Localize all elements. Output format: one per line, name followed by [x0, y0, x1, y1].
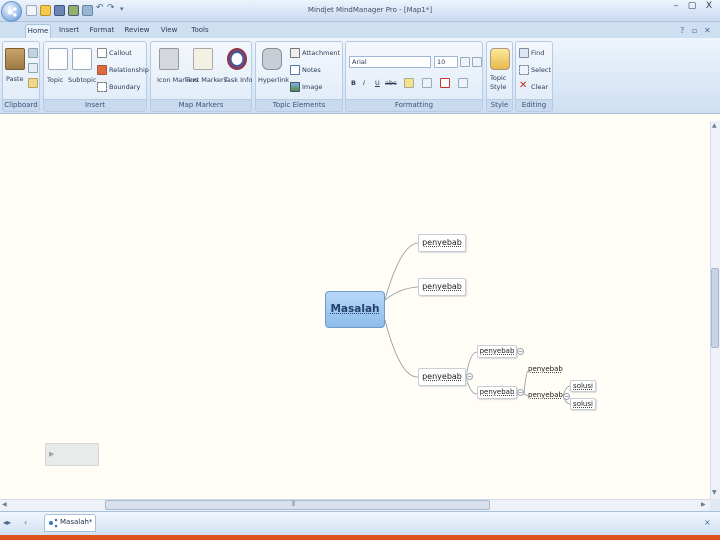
subtopic-penyebab-2b[interactable]: penyebab — [528, 391, 563, 399]
connector-lines — [384, 242, 571, 405]
map-overview-panel[interactable]: ▶ — [45, 443, 99, 466]
central-topic[interactable]: Masalah — [325, 291, 385, 328]
horizontal-scroll-thumb[interactable] — [105, 500, 490, 510]
scroll-up-icon[interactable]: ▲ — [712, 122, 717, 129]
scroll-right-icon[interactable]: ▶ — [701, 501, 706, 508]
map-doc-icon — [49, 518, 58, 528]
topic-penyebab-1[interactable]: penyebab — [418, 234, 466, 252]
vertical-scroll-thumb[interactable] — [711, 268, 719, 348]
scroll-left-icon[interactable]: ◀ — [2, 501, 7, 508]
document-tab[interactable]: Masalah* — [44, 514, 96, 532]
document-tab-bar — [0, 511, 720, 535]
scroll-grip-icon: ⦀ — [292, 500, 296, 508]
close-tab-icon[interactable]: × — [704, 518, 711, 527]
collapse-toggle[interactable]: − — [517, 348, 524, 355]
scroll-corner — [710, 499, 720, 511]
subtopic-penyebab-2[interactable]: penyebab — [477, 386, 517, 399]
accent-bar — [0, 535, 720, 540]
subtopic-solusi-1[interactable]: solusi — [570, 380, 596, 392]
collapse-toggle[interactable]: − — [563, 393, 570, 400]
topic-penyebab-3[interactable]: penyebab — [418, 368, 466, 386]
document-tab-label: Masalah* — [60, 518, 93, 526]
tab-list-icon[interactable]: ‹ — [24, 518, 27, 527]
expand-arrow-icon[interactable]: ▶ — [49, 450, 54, 458]
collapse-toggle[interactable]: − — [466, 373, 473, 380]
scroll-down-icon[interactable]: ▼ — [712, 489, 717, 496]
tab-nav-left-icon[interactable]: ◂▸ — [3, 518, 11, 527]
subtopic-solusi-2[interactable]: solusi — [570, 398, 596, 410]
topic-penyebab-2[interactable]: penyebab — [418, 278, 466, 296]
subtopic-penyebab-2a[interactable]: penyebab — [528, 365, 563, 373]
subtopic-penyebab-1[interactable]: penyebab — [477, 345, 517, 358]
collapse-toggle[interactable]: − — [517, 389, 524, 396]
